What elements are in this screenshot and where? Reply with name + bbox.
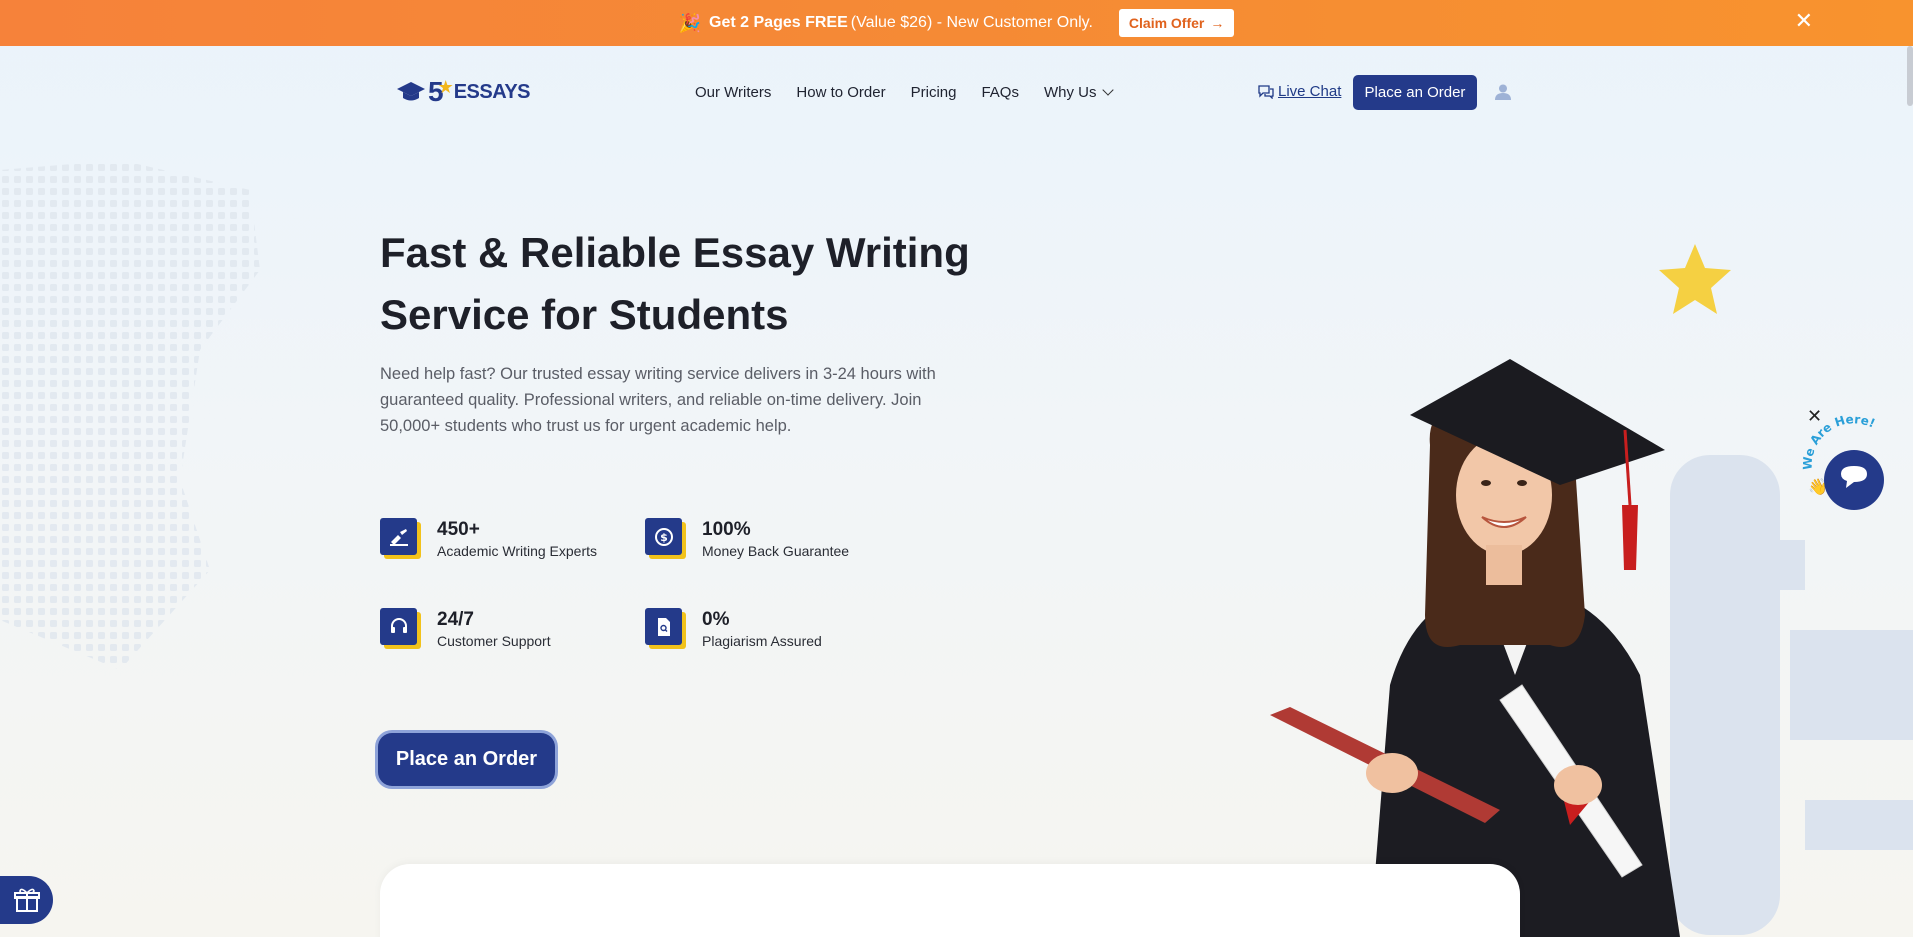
stat-money-back-label: Money Back Guarantee xyxy=(702,543,850,559)
stat-experts-value: 450+ xyxy=(437,519,480,540)
stat-support-label: Customer Support xyxy=(437,633,551,649)
writing-hand-icon xyxy=(380,518,417,555)
nav-why-us-label: Why Us xyxy=(1043,84,1097,101)
claim-offer-label: Claim Offer xyxy=(1128,15,1205,31)
world-map-dots-decoration xyxy=(0,160,260,670)
live-chat-link[interactable]: Live Chat xyxy=(1258,83,1341,100)
claim-offer-button[interactable]: Claim Offer → xyxy=(1118,9,1235,37)
header-place-order-button[interactable]: Place an Order xyxy=(1353,75,1477,110)
site-header: 5 ★ ESSAYS Our Writers How to Order Pric… xyxy=(0,46,1913,136)
chevron-down-icon xyxy=(1102,84,1115,96)
nav-why-us[interactable]: Why Us xyxy=(1043,84,1115,101)
stat-plagiarism-label: Plagiarism Assured xyxy=(702,633,822,649)
stat-experts-label: Academic Writing Experts xyxy=(437,543,598,559)
promo-text: (Value $26) - New Customer Only. xyxy=(850,14,1093,31)
stat-support: 24/7 Customer Support xyxy=(380,608,551,649)
graduation-cap-logo-icon xyxy=(397,82,425,101)
nav-faqs[interactable]: FAQs xyxy=(981,84,1019,101)
promo-strong-text: Get 2 Pages FREE xyxy=(709,14,848,31)
hero-description: Need help fast? Our trusted essay writin… xyxy=(380,365,936,435)
chat-bubble-icon xyxy=(1258,84,1274,99)
promo-close-icon[interactable]: ✕ xyxy=(1795,10,1813,32)
stat-money-back-value: 100% xyxy=(702,519,751,540)
main-nav: Our Writers How to Order Pricing FAQs Wh… xyxy=(695,84,1115,101)
promo-bar: 🎉 Get 2 Pages FREE (Value $26) - New Cus… xyxy=(0,0,1913,46)
document-search-icon xyxy=(645,608,682,645)
stat-plagiarism-value: 0% xyxy=(702,609,730,630)
stat-plagiarism: 0% Plagiarism Assured xyxy=(645,608,822,649)
gift-button[interactable] xyxy=(0,876,53,924)
money-back-icon: $ xyxy=(645,518,682,555)
features-card xyxy=(380,864,1520,937)
nav-our-writers[interactable]: Our Writers xyxy=(695,84,771,101)
svg-text:$: $ xyxy=(660,531,668,544)
logo-star-icon: ★ xyxy=(437,76,454,97)
hero-place-order-button[interactable]: Place an Order xyxy=(378,733,555,786)
nav-pricing[interactable]: Pricing xyxy=(911,84,957,101)
headset-icon xyxy=(380,608,417,645)
stat-money-back: $ 100% Money Back Guarantee xyxy=(645,518,849,559)
party-popper-icon: 🎉 xyxy=(678,12,702,33)
star-decoration-icon xyxy=(1659,244,1731,314)
stat-support-value: 24/7 xyxy=(437,609,474,630)
user-account-icon[interactable] xyxy=(1494,83,1512,101)
gift-icon xyxy=(13,888,40,912)
page-scrollbar[interactable] xyxy=(1907,46,1913,106)
graduate-student-image xyxy=(1270,359,1680,937)
live-chat-label: Live Chat xyxy=(1278,83,1342,100)
nav-how-to-order[interactable]: How to Order xyxy=(796,84,885,101)
arrow-right-icon: → xyxy=(1210,15,1225,31)
chat-widget-button[interactable]: We Are Here! 👋 xyxy=(1800,408,1895,513)
logo-essays: ESSAYS xyxy=(453,80,531,103)
site-logo[interactable]: 5 ★ ESSAYS xyxy=(396,76,531,108)
stat-experts: 450+ Academic Writing Experts xyxy=(380,518,597,559)
hero-title: Fast & Reliable Essay Writing Service fo… xyxy=(380,229,970,338)
